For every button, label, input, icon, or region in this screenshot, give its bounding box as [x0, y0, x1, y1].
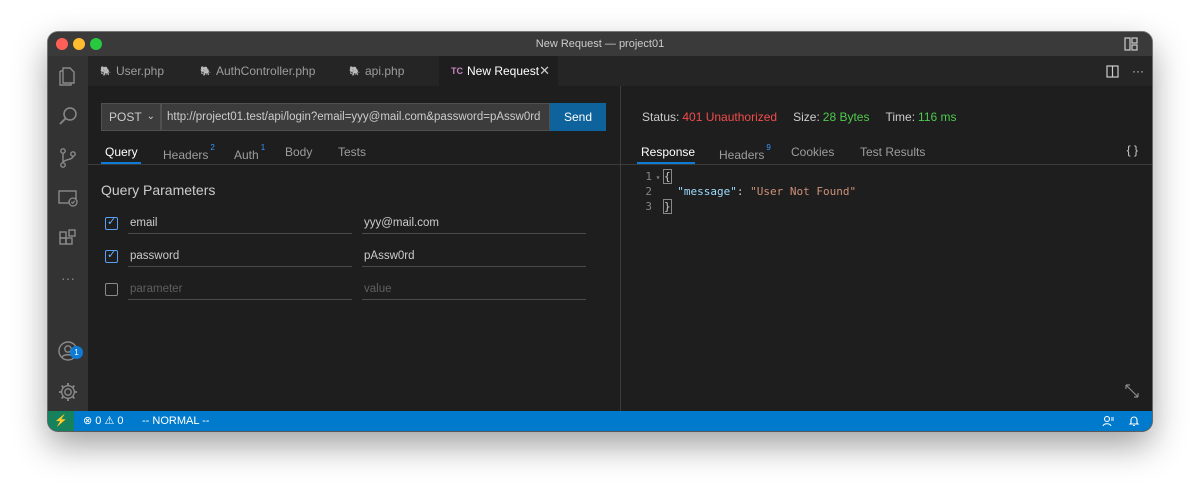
notifications-bell-icon[interactable] [1128, 415, 1140, 427]
editor-tab-bar: 🐘 User.php 🐘 AuthController.php 🐘 api.ph… [88, 56, 1152, 86]
remote-indicator-icon[interactable]: ⚡ [48, 411, 74, 431]
tab-auth[interactable]: Auth1 [234, 143, 265, 162]
response-status-line: Status: 401 Unauthorized Size: 28 Bytes Time… [642, 110, 957, 124]
query-parameters-title: Query Parameters [101, 182, 216, 198]
app-window: New Request — project01 ··· 1 🐘 User.php… [48, 32, 1152, 431]
close-tab-icon[interactable]: ✕ [539, 56, 550, 86]
send-button[interactable]: Send [550, 103, 606, 131]
request-tabs-separator [88, 164, 620, 165]
tab-authcontroller-php[interactable]: 🐘 AuthController.php [188, 56, 337, 86]
title-bar: New Request — project01 [48, 32, 1152, 56]
chevron-down-icon: ⌄ [146, 111, 155, 122]
php-file-icon: 🐘 [200, 66, 212, 76]
code-line: 3} [645, 199, 672, 214]
param-password-checkbox[interactable] [105, 248, 118, 263]
code-line: 2 "message": "User Not Found" [645, 185, 857, 198]
feedback-icon[interactable] [1102, 415, 1115, 427]
format-json-button[interactable]: { } [1127, 143, 1138, 157]
extensions-icon[interactable] [56, 227, 80, 251]
status-value: 401 Unauthorized [682, 110, 778, 124]
vim-mode: -- NORMAL -- [142, 415, 210, 427]
tab-new-request[interactable]: TC New Request ✕ [439, 56, 558, 86]
split-editor-icon[interactable] [1106, 65, 1119, 78]
size-value: 28 Bytes [822, 110, 870, 124]
php-file-icon: 🐘 [100, 66, 112, 76]
tab-response[interactable]: Response [641, 143, 695, 161]
status-bar: ⚡ ⊗ 0 ⚠ 0 -- NORMAL -- [48, 411, 1152, 431]
error-icon: ⊗ [83, 415, 93, 427]
tab-api-php[interactable]: 🐘 api.php [337, 56, 439, 86]
tab-test-results[interactable]: Test Results [860, 143, 925, 161]
settings-gear-icon[interactable] [56, 380, 80, 404]
tab-user-php[interactable]: 🐘 User.php [88, 56, 188, 86]
php-file-icon: 🐘 [349, 66, 361, 76]
tab-actions: ··· [1106, 56, 1144, 86]
tab-cookies[interactable]: Cookies [791, 143, 834, 161]
explorer-icon[interactable] [56, 64, 80, 88]
problems-indicator[interactable]: ⊗ 0 ⚠ 0 [83, 411, 124, 431]
more-actions-icon[interactable]: ··· [1132, 64, 1144, 78]
tab-response-headers[interactable]: Headers9 [719, 143, 771, 162]
response-body-editor[interactable]: 1 ▾{ 2 "message": "User Not Found" 3} [638, 169, 856, 214]
thunder-client-icon: TC [451, 66, 463, 76]
new-param-value-input[interactable]: value [362, 280, 586, 300]
param-password-value[interactable]: pAssw0rd [362, 247, 586, 267]
method-select[interactable]: POST ⌄ [101, 103, 161, 131]
param-email-checkbox[interactable] [105, 215, 118, 230]
tab-request-headers[interactable]: Headers2 [163, 143, 215, 162]
expand-icon[interactable] [1124, 383, 1140, 399]
param-email-name[interactable]: email [128, 214, 352, 234]
param-password-name[interactable]: password [128, 247, 352, 267]
more-icon[interactable]: ··· [56, 266, 80, 290]
new-param-name-input[interactable]: parameter [128, 280, 352, 300]
warning-icon: ⚠ [104, 415, 115, 427]
tab-tests[interactable]: Tests [338, 143, 366, 161]
time-value: 116 ms [918, 110, 957, 124]
remote-explorer-icon[interactable] [56, 186, 80, 210]
account-badge: 1 [70, 346, 83, 359]
customize-layout-icon[interactable] [1124, 37, 1138, 51]
param-email-value[interactable]: yyy@mail.com [362, 214, 586, 234]
search-icon[interactable] [56, 104, 80, 128]
tab-body[interactable]: Body [285, 143, 312, 161]
window-title: New Request — project01 [535, 38, 665, 50]
url-input[interactable]: http://project01.test/api/login?email=yy… [161, 103, 550, 131]
source-control-icon[interactable] [56, 146, 80, 170]
response-tabs-separator [621, 164, 1152, 165]
pane-divider[interactable] [620, 86, 621, 411]
fold-chevron-icon[interactable]: ▾ [652, 170, 664, 185]
code-line: 1 ▾{ [645, 169, 672, 185]
new-param-checkbox[interactable] [105, 283, 118, 296]
activity-bar: ··· 1 [48, 56, 88, 411]
tab-query[interactable]: Query [105, 143, 138, 161]
